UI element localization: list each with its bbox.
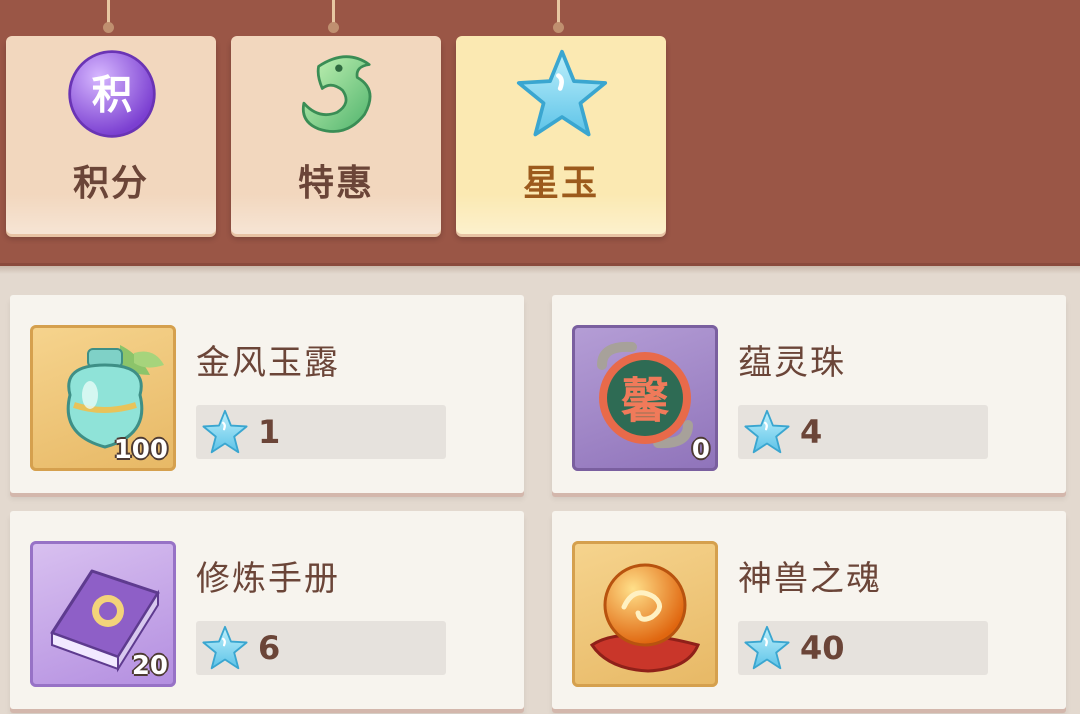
tab-label: 特惠 — [297, 163, 374, 204]
tab-star-jade[interactable]: 星玉 — [456, 0, 666, 236]
jade-dragon-icon — [301, 55, 372, 133]
price-value: 6 — [258, 629, 281, 667]
price-value: 40 — [800, 629, 845, 667]
star-jade-icon — [744, 409, 790, 455]
shop-item-card[interactable]: 20 修炼手册 6 — [10, 511, 524, 709]
tab-label: 积分 — [72, 163, 149, 204]
hanging-knot — [553, 22, 564, 33]
item-quantity: 100 — [113, 435, 168, 465]
beast-soul-orb-icon — [589, 563, 701, 673]
shop-item-card[interactable]: 100 金风玉露 1 — [10, 295, 524, 493]
price-tag: 4 — [738, 405, 988, 459]
price-value: 4 — [800, 413, 823, 451]
shop-item-card[interactable]: 馨 0 蕴灵珠 4 — [552, 295, 1066, 493]
svg-text:积: 积 — [92, 71, 132, 119]
star-jade-icon — [202, 625, 248, 671]
tab-label: 星玉 — [522, 163, 599, 204]
hanging-knot — [103, 22, 114, 33]
item-icon-frame: 馨 0 — [572, 325, 718, 471]
tab-special-offer[interactable]: 特惠 — [231, 0, 441, 236]
hanging-knot — [328, 22, 339, 33]
shop-item-card[interactable]: 神兽之魂 40 — [552, 511, 1066, 709]
star-jade-icon — [202, 409, 248, 455]
star-jade-icon — [516, 48, 608, 140]
tab-points[interactable]: 积 积分 — [6, 0, 216, 236]
price-value: 1 — [258, 413, 281, 451]
item-icon-frame: 100 — [30, 325, 176, 471]
item-name: 金风玉露 — [196, 343, 340, 383]
price-tag: 40 — [738, 621, 988, 675]
item-icon-frame: 20 — [30, 541, 176, 687]
item-name: 神兽之魂 — [738, 559, 882, 599]
svg-text:馨: 馨 — [621, 373, 670, 429]
price-tag: 1 — [196, 405, 446, 459]
points-orb-icon: 积 — [68, 50, 156, 138]
item-name: 修炼手册 — [196, 559, 340, 599]
star-jade-icon — [744, 625, 790, 671]
item-name: 蕴灵珠 — [738, 343, 846, 383]
price-tag: 6 — [196, 621, 446, 675]
item-icon-frame — [572, 541, 718, 687]
item-quantity: 20 — [131, 651, 168, 681]
item-quantity: 0 — [691, 435, 710, 465]
